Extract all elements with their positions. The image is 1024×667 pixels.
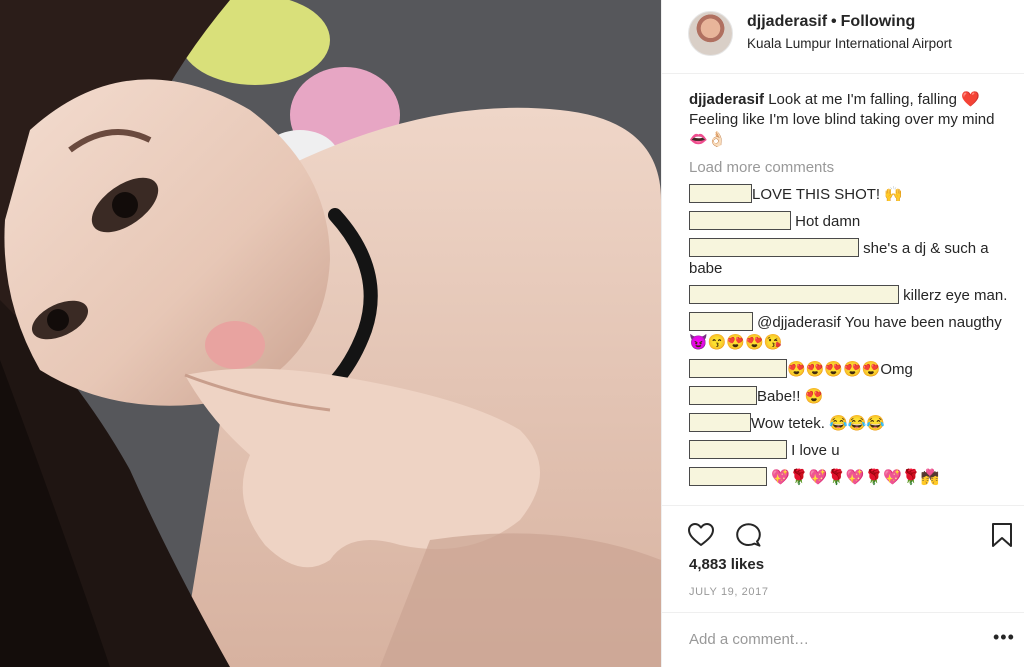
likes-count[interactable]: 4,883 likes <box>689 556 764 573</box>
list-item: I love u <box>689 440 1011 461</box>
list-item: she's a dj & such a babe <box>689 238 1011 279</box>
add-comment-bar: ••• <box>662 612 1024 667</box>
comment-text: LOVE THIS SHOT! 🙌 <box>752 186 903 203</box>
caption: djjaderasif Look at me I'm falling, fall… <box>689 90 1011 150</box>
list-item: LOVE THIS SHOT! 🙌 <box>689 184 1011 205</box>
list-item: killerz eye man. <box>689 285 1011 306</box>
redacted-username <box>689 238 859 257</box>
redacted-username <box>689 467 767 486</box>
comment-text: Hot damn <box>795 213 861 230</box>
comment-input[interactable] <box>689 627 969 651</box>
load-more-comments-button[interactable]: Load more comments <box>689 158 1011 178</box>
more-options-button[interactable]: ••• <box>993 627 1015 647</box>
location-link[interactable]: Kuala Lumpur International Airport <box>747 36 952 51</box>
post-header: djjaderasif • Following Kuala Lumpur Inter… <box>662 0 1024 74</box>
header-user-line: djjaderasif • Following <box>747 13 915 31</box>
list-item: Babe!! 😍 <box>689 386 1011 407</box>
header-separator: • <box>831 13 837 30</box>
redacted-username <box>689 440 787 459</box>
redacted-username <box>689 285 899 304</box>
redacted-username <box>689 359 787 378</box>
post-detail-panel: djjaderasif • Following Kuala Lumpur Inter… <box>661 0 1024 667</box>
comment-button[interactable] <box>734 521 762 549</box>
header-username[interactable]: djjaderasif <box>747 13 827 30</box>
post-photo-illustration <box>0 0 661 667</box>
redacted-username <box>689 211 791 230</box>
caption-username[interactable]: djjaderasif <box>689 91 764 108</box>
list-item: 💖🌹💖🌹💖🌹💖🌹💏 <box>689 467 1011 488</box>
comment-text: Wow tetek. 😂😂😂 <box>751 415 886 432</box>
post-date[interactable]: JULY 19, 2017 <box>689 586 769 598</box>
redacted-username <box>689 413 751 432</box>
follow-status-button[interactable]: Following <box>841 13 916 30</box>
comment-text: killerz eye man. <box>903 287 1008 304</box>
list-item: 😍😍😍😍😍Omg <box>689 359 1011 380</box>
list-item: Hot damn <box>689 211 1011 232</box>
comment-text: Babe!! 😍 <box>757 388 824 405</box>
comment-text: I love u <box>791 442 840 459</box>
post-photo[interactable] <box>0 0 661 667</box>
comment-text: 😍😍😍😍😍Omg <box>787 361 913 378</box>
heart-icon <box>688 523 714 546</box>
avatar[interactable] <box>688 11 733 56</box>
comments-section[interactable]: djjaderasif Look at me I'm falling, fall… <box>689 90 1011 510</box>
bookmark-icon <box>992 523 1012 547</box>
list-item: @djjaderasif You have been naugthy😈😙😍😍😘 <box>689 312 1011 353</box>
redacted-username <box>689 312 753 331</box>
speech-bubble-icon <box>736 523 761 547</box>
list-item: Wow tetek. 😂😂😂 <box>689 413 1011 434</box>
redacted-username <box>689 184 752 203</box>
save-button[interactable] <box>988 521 1016 549</box>
like-button[interactable] <box>687 521 715 549</box>
comment-text: 💖🌹💖🌹💖🌹💖🌹💏 <box>771 469 940 486</box>
redacted-username <box>689 386 757 405</box>
